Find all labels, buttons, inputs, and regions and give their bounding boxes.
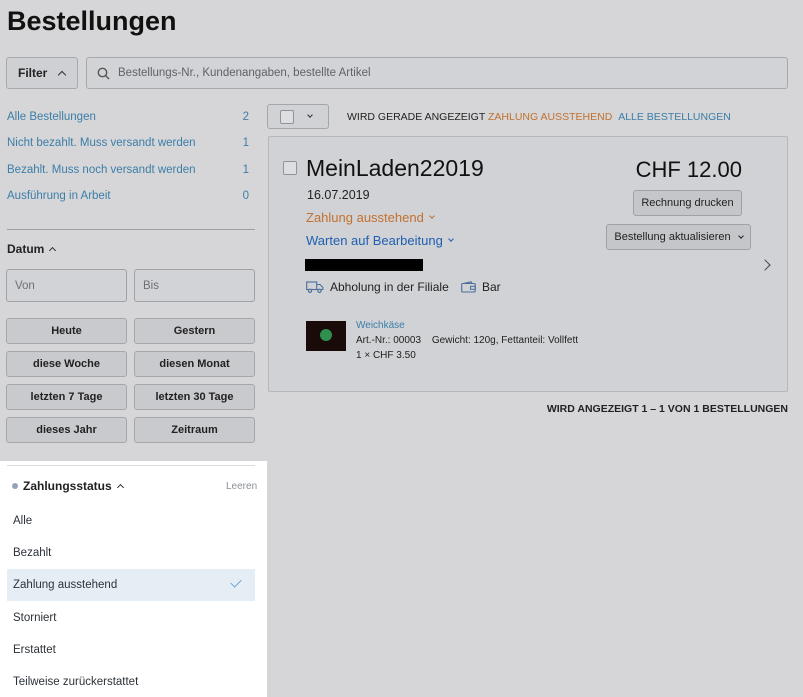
payment-status-toggle[interactable]: Zahlungsstatus [12,479,124,493]
chevron-right-icon[interactable] [759,259,771,271]
search-input[interactable] [118,67,718,79]
option-label: Teilweise zurückerstattet [13,676,139,688]
search-bar[interactable] [86,57,788,89]
payment-option-pending[interactable]: Zahlung ausstehend [7,569,255,601]
filter-button-label: Filter [18,66,48,80]
stat-paid-to-ship[interactable]: Bezahlt. Muss noch versandt werden 1 [7,164,249,176]
product-meta: Art.-Nr.: 00003 Gewicht: 120g, Fettantei… [356,335,578,346]
order-shop-name: MeinLaden22019 [306,155,484,181]
show-all-orders-link[interactable]: ALLE BESTELLUNGEN [618,111,731,123]
payment-option-refunded[interactable]: Erstattet [7,634,255,666]
date-yesterday-button[interactable]: Gestern [134,318,255,344]
checkmark-icon [230,576,242,588]
date-from-field[interactable] [6,269,127,302]
date-filter-toggle[interactable]: Datum [7,242,57,256]
divider [7,229,255,230]
chevron-down-icon [447,236,454,242]
clear-payment-filter-link[interactable]: Leeren [226,481,257,492]
stat-count: 1 [242,137,249,149]
stat-count: 1 [242,164,249,176]
update-order-label: Bestellung aktualisieren [614,231,731,243]
payment-status-panel: Zahlungsstatus Leeren Alle Bezahlt Zahlu… [0,461,267,697]
payment-option-paid[interactable]: Bezahlt [7,537,255,569]
date-this-month-button[interactable]: diesen Monat [134,351,255,377]
filter-button[interactable]: Filter [6,57,78,89]
product-name-link[interactable]: Weichkäse [356,320,405,331]
payment-method: Bar [461,280,501,294]
date-today-button[interactable]: Heute [6,318,127,344]
search-icon [97,67,110,79]
option-label: Storniert [13,612,57,624]
date-filter-heading: Datum [7,242,45,256]
bulk-select-dropdown[interactable] [267,104,329,129]
shipping-method: Abholung in der Filiale [306,280,449,294]
active-filter-tag[interactable]: ZAHLUNG AUSSTEHEND [488,111,612,123]
date-last-7-days-button[interactable]: letzten 7 Tage [6,384,127,410]
stat-all-orders[interactable]: Alle Bestellungen 2 [7,111,249,123]
date-this-week-button[interactable]: diese Woche [6,351,127,377]
active-filter-dot-icon [12,483,18,489]
date-this-year-button[interactable]: dieses Jahr [6,417,127,443]
shipping-method-label: Abholung in der Filiale [330,280,449,294]
stat-count: 2 [242,111,249,123]
stat-count: 0 [242,190,249,202]
chevron-down-icon [737,232,744,239]
stat-unpaid-to-ship[interactable]: Nicht bezahlt. Muss versandt werden 1 [7,137,249,149]
product-quantity-price: 1 × CHF 3.50 [356,350,416,361]
select-all-checkbox[interactable] [280,109,294,124]
truck-icon [306,281,324,293]
option-label: Zahlung ausstehend [13,579,118,591]
fulfillment-status-dropdown[interactable]: Warten auf Bearbeitung [306,233,454,248]
payment-method-label: Bar [482,280,501,294]
update-order-button[interactable]: Bestellung aktualisieren [606,224,751,250]
order-card[interactable]: MeinLaden22019 16.07.2019 Zahlung ausste… [268,136,788,392]
redacted-customer-info [305,259,423,271]
option-label: Bezahlt [13,547,52,559]
product-thumbnail [306,321,346,351]
stat-label: Ausführung in Arbeit [7,190,111,202]
order-total: CHF 12.00 [635,157,742,182]
payment-status-heading: Zahlungsstatus [23,479,112,493]
print-invoice-button[interactable]: Rechnung drucken [633,190,742,216]
payment-option-cancelled[interactable]: Storniert [7,602,255,634]
payment-option-all[interactable]: Alle [7,505,255,537]
payment-status-dropdown[interactable]: Zahlung ausstehend [306,210,435,225]
wallet-icon [461,281,476,293]
chevron-up-icon [49,246,57,255]
showing-info: WIRD GERADE ANGEZEIGT ZAHLUNG AUSSTEHEND… [347,111,731,123]
chevron-up-icon [116,483,124,492]
divider [7,465,255,466]
product-sku: Art.-Nr.: 00003 [356,335,422,346]
product-attributes: Gewicht: 120g, Fettanteil: Vollfett [431,335,579,346]
pagination-summary: WIRD ANGEZEIGT 1 – 1 VON 1 BESTELLUNGEN [546,403,788,415]
option-label: Erstattet [13,644,56,656]
order-checkbox[interactable] [283,161,297,175]
date-range-button[interactable]: Zeitraum [134,417,255,443]
order-date: 16.07.2019 [307,188,370,202]
date-last-30-days-button[interactable]: letzten 30 Tage [134,384,255,410]
chevron-down-icon [307,112,313,118]
stat-label: Bezahlt. Muss noch versandt werden [7,164,196,176]
date-to-field[interactable] [134,269,255,302]
stat-label: Alle Bestellungen [7,111,96,123]
fulfillment-status-label: Warten auf Bearbeitung [306,233,443,248]
payment-status-label: Zahlung ausstehend [306,210,424,225]
option-label: Alle [13,515,33,527]
chevron-down-icon [428,213,435,219]
showing-prefix: WIRD GERADE ANGEZEIGT [347,111,486,123]
stat-fulfillment-in-progress[interactable]: Ausführung in Arbeit 0 [7,190,249,202]
payment-option-partially-refunded[interactable]: Teilweise zurückerstattet [7,666,255,697]
page-title: Bestellungen [7,6,177,36]
stat-label: Nicht bezahlt. Muss versandt werden [7,137,196,149]
chevron-up-icon [58,70,67,79]
